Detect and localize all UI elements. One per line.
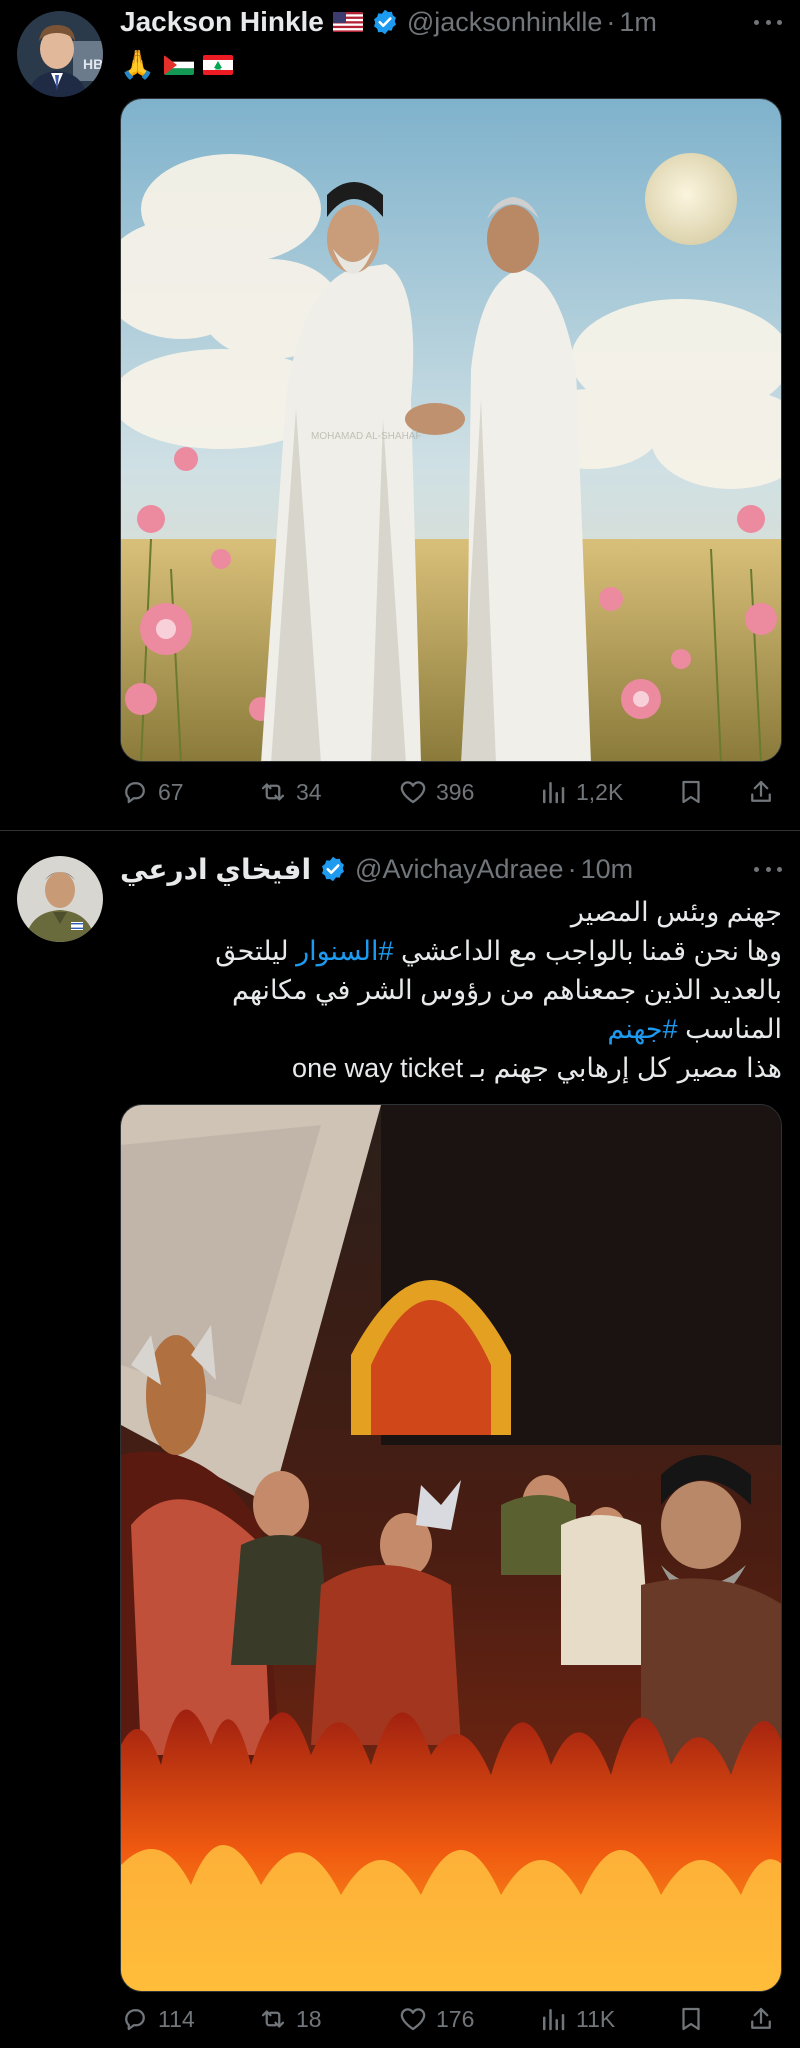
author-name[interactable]: Jackson Hinkle (120, 6, 324, 38)
tweet[interactable]: HB Jackson Hinkle @jacksonhinklle · 1m 🙏… (0, 0, 800, 830)
heart-icon (400, 2008, 426, 2031)
like-button[interactable]: 176 (398, 2001, 474, 2037)
text-segment: المناسب (677, 1014, 782, 1044)
views-chart-icon (543, 782, 565, 804)
heart-icon (400, 781, 426, 804)
bookmark-icon (682, 2007, 700, 2031)
us-flag-icon (332, 12, 363, 32)
author-handle[interactable]: @AvichayAdraee (355, 854, 564, 885)
views-count: 11K (576, 2005, 616, 2032)
tweet-image[interactable] (120, 1104, 782, 1992)
tweet-time[interactable]: 1m (619, 7, 657, 38)
more-options-icon[interactable] (750, 855, 786, 883)
hashtag-link[interactable]: #السنوار (296, 936, 393, 966)
reply-icon (125, 2009, 145, 2031)
tweet-text-line: هذا مصير كل إرهابي جهنم بـ one way ticke… (292, 1053, 782, 1083)
bookmark-button[interactable] (676, 774, 706, 810)
hashtag-link[interactable]: #جهنم (607, 1014, 677, 1044)
reply-icon (125, 782, 145, 804)
reply-button[interactable]: 114 (120, 2001, 195, 2037)
share-button[interactable] (746, 774, 776, 810)
repost-icon (261, 783, 285, 801)
tweet-text-line: المناسب #جهنم (120, 1010, 782, 1049)
repost-icon (261, 2010, 285, 2028)
author-handle[interactable]: @jacksonhinklle (407, 7, 603, 38)
separator-dot: · (606, 6, 616, 37)
tweet-text-line: وها نحن قمنا بالواجب مع الداعشي #السنوار… (120, 932, 782, 971)
like-count: 176 (436, 2005, 475, 2032)
separator-dot: · (567, 853, 577, 884)
tweet-header: افيخاي ادرعي @AvichayAdraee · 10m (120, 849, 786, 889)
tweet-time[interactable]: 10m (581, 854, 634, 885)
pray-emoji: 🙏 (120, 48, 155, 81)
bookmark-button[interactable] (676, 2001, 706, 2037)
tweet-text-line: جهنم وبئس المصير (570, 897, 782, 927)
verified-badge-icon[interactable] (319, 855, 347, 883)
like-count: 396 (436, 778, 475, 805)
svg-text:MOHAMAD AL-SHAHAF: MOHAMAD AL-SHAHAF (311, 431, 422, 442)
avatar[interactable]: HB (17, 11, 103, 97)
reply-count: 67 (158, 778, 184, 805)
share-button[interactable] (746, 2001, 776, 2037)
tweet-image[interactable]: MOHAMAD AL-SHAHAF (120, 98, 782, 762)
views-button[interactable]: 11K (538, 2001, 615, 2037)
repost-count: 18 (296, 2005, 322, 2032)
author-name[interactable]: افيخاي ادرعي (120, 853, 311, 886)
repost-button[interactable]: 18 (258, 2001, 322, 2037)
tweet[interactable]: افيخاي ادرعي @AvichayAdraee · 10m جهنم و… (0, 831, 800, 2048)
avatar[interactable] (17, 856, 103, 942)
views-button[interactable]: 1,2K (538, 774, 623, 810)
tweet-text-line: بالعديد الذين جمعناهم من رؤوس الشر في مك… (232, 975, 782, 1005)
text-segment: وها نحن قمنا بالواجب مع الداعشي (393, 936, 782, 966)
svg-text:HB: HB (83, 56, 103, 72)
tweet-actions: 114 18 176 11K (120, 2001, 782, 2037)
palestine-flag-icon (163, 55, 194, 75)
reply-count: 114 (158, 2005, 195, 2032)
views-chart-icon (543, 2009, 565, 2031)
reply-button[interactable]: 67 (120, 774, 184, 810)
bookmark-icon (682, 780, 700, 804)
repost-button[interactable]: 34 (258, 774, 322, 810)
verified-badge-icon[interactable] (371, 8, 399, 36)
tweet-text: 🙏 (120, 48, 233, 82)
share-icon (751, 2007, 771, 2029)
like-button[interactable]: 396 (398, 774, 474, 810)
lebanon-flag-icon (202, 55, 233, 75)
text-segment: ليلتحق (215, 936, 297, 966)
repost-count: 34 (296, 778, 322, 805)
views-count: 1,2K (576, 778, 624, 805)
tweet-actions: 67 34 396 1,2K (120, 774, 782, 810)
more-options-icon[interactable] (750, 8, 786, 36)
share-icon (751, 780, 771, 802)
tweet-header: Jackson Hinkle @jacksonhinklle · 1m (120, 2, 786, 42)
tweet-text: جهنم وبئس المصير وها نحن قمنا بالواجب مع… (120, 893, 782, 1088)
